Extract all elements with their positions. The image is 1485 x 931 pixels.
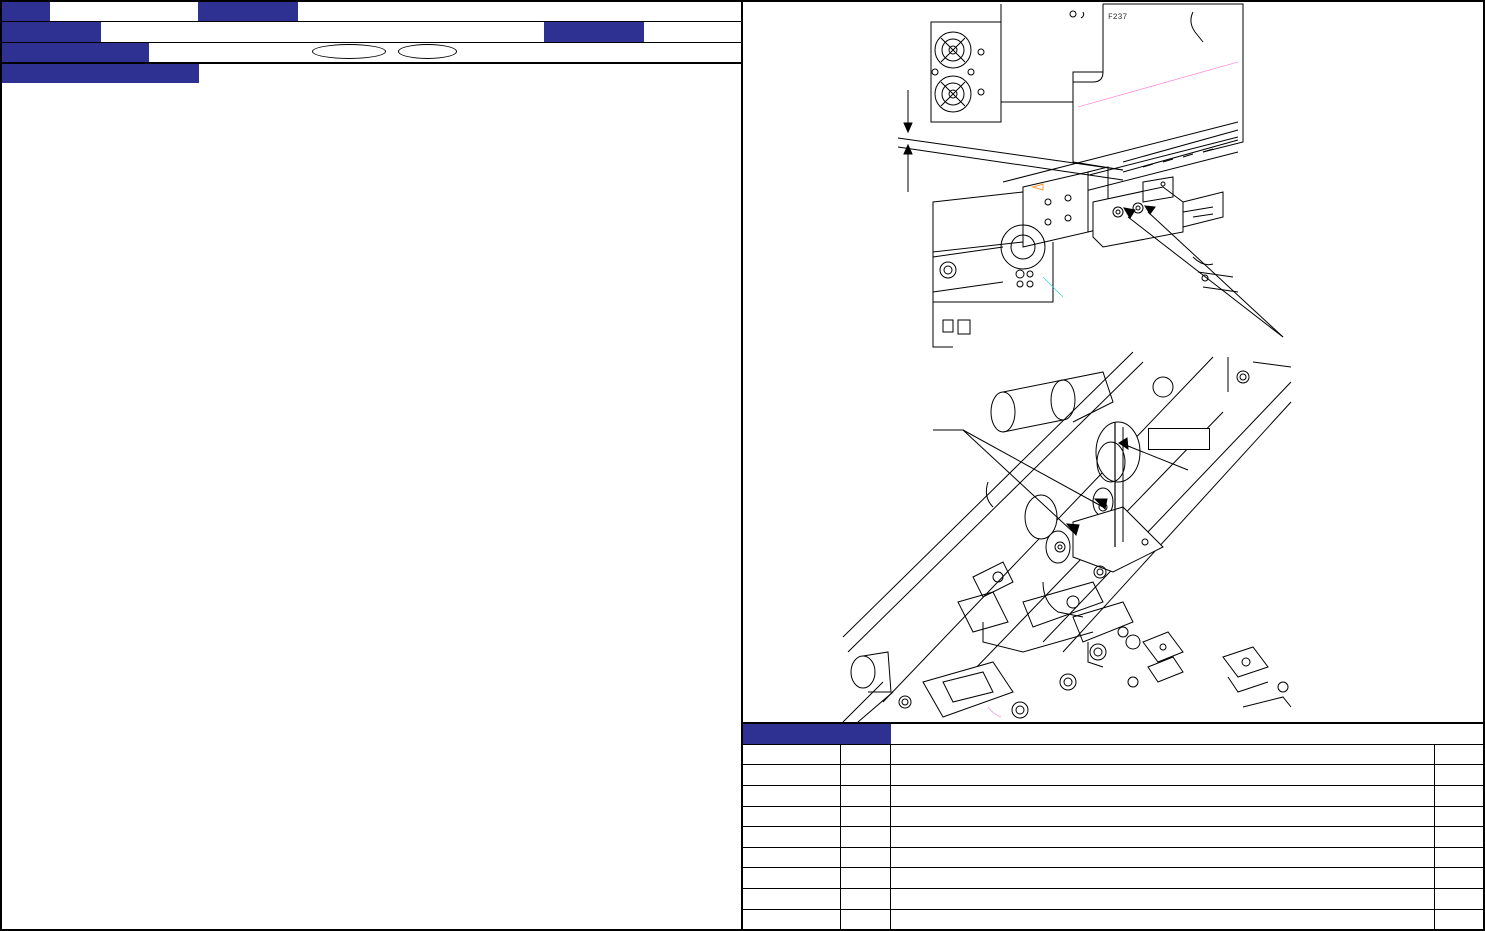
table-cell xyxy=(743,745,840,764)
illustration-svg: F237 xyxy=(842,3,1292,723)
table-cell xyxy=(891,786,1434,806)
option-oval-1[interactable] xyxy=(312,44,386,59)
table-cell xyxy=(841,868,890,888)
part-code-label: F237 xyxy=(1108,13,1127,22)
table-cell xyxy=(841,786,890,806)
table-cell xyxy=(1435,786,1483,806)
table-cell xyxy=(1435,745,1483,764)
table-row xyxy=(743,786,1483,806)
table-cell xyxy=(891,807,1434,826)
table-cell xyxy=(841,889,890,909)
table-cell xyxy=(1435,889,1483,909)
document-header xyxy=(0,0,743,64)
sensor-bracket xyxy=(1092,176,1224,248)
table-row xyxy=(743,745,1483,764)
header-label-2 xyxy=(198,2,298,21)
header-field-1[interactable] xyxy=(50,2,198,21)
table-cell xyxy=(841,807,890,826)
table-cell xyxy=(891,765,1434,785)
option-oval-2[interactable] xyxy=(398,44,457,59)
table-cell xyxy=(743,889,840,909)
table-row xyxy=(743,827,1483,847)
fan-assembly xyxy=(930,21,1002,123)
table-cell xyxy=(743,827,840,847)
table-cell xyxy=(743,807,840,826)
table-cell xyxy=(743,765,840,785)
header-field-5[interactable] xyxy=(149,43,309,62)
table-row xyxy=(743,765,1483,785)
table-row xyxy=(743,889,1483,909)
callout-box xyxy=(1148,428,1210,450)
table-row xyxy=(743,848,1483,867)
table-cell xyxy=(891,745,1434,764)
header-label-4 xyxy=(544,22,644,42)
technical-illustration: F237 xyxy=(743,2,1483,723)
table-cell xyxy=(1435,765,1483,785)
table-cell xyxy=(891,868,1434,888)
section-tab xyxy=(2,64,199,83)
table-cell xyxy=(1435,868,1483,888)
header-field-4[interactable] xyxy=(644,22,741,42)
table-cell xyxy=(743,848,840,867)
procedure-text-area xyxy=(6,90,736,920)
table-cell xyxy=(743,786,840,806)
header-label-5 xyxy=(2,43,149,62)
table-cell xyxy=(891,827,1434,847)
table-cell xyxy=(743,868,840,888)
table-cell xyxy=(841,827,890,847)
header-label-3 xyxy=(2,22,101,42)
header-label-1 xyxy=(2,2,50,21)
table-cell xyxy=(1435,827,1483,847)
parts-table-tab xyxy=(743,724,891,744)
table-cell xyxy=(841,745,890,764)
header-field-2[interactable] xyxy=(298,2,741,21)
table-cell xyxy=(1435,848,1483,867)
table-cell xyxy=(841,765,890,785)
table-cell xyxy=(891,889,1434,909)
lower-left-assembly xyxy=(842,651,1029,723)
table-cell xyxy=(1435,807,1483,826)
table-row xyxy=(743,807,1483,826)
table-row xyxy=(743,868,1483,888)
header-field-3[interactable] xyxy=(101,22,544,42)
table-cell xyxy=(841,848,890,867)
table-cell xyxy=(891,848,1434,867)
